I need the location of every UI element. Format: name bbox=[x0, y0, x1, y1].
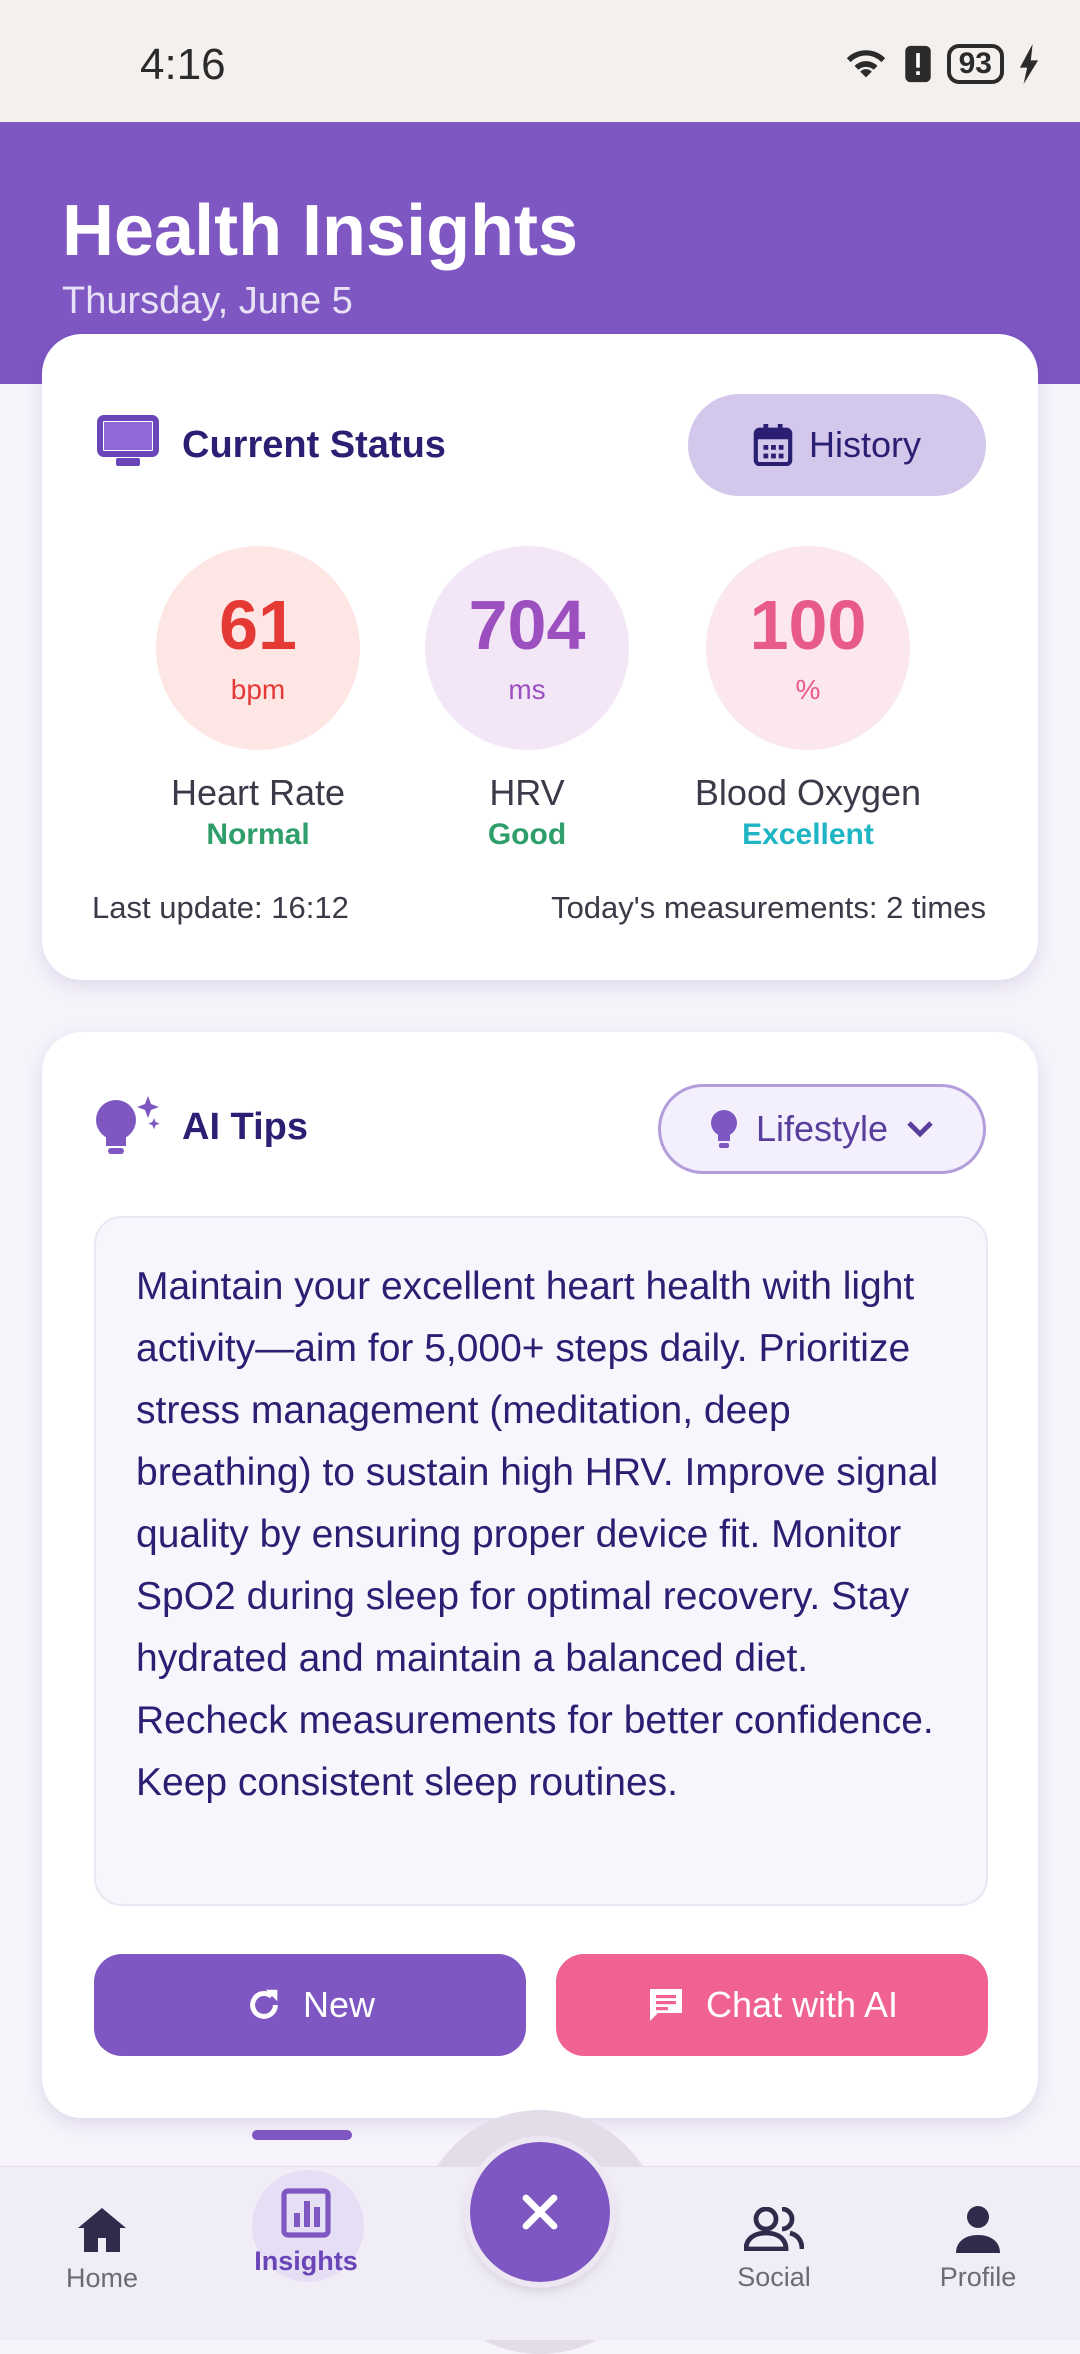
calendar-icon bbox=[753, 424, 793, 466]
ai-tips-card: AI Tips Lifestyle Maintain your excellen… bbox=[42, 1032, 1038, 2118]
heart-rate-status: Normal bbox=[206, 818, 310, 851]
tip-category-dropdown[interactable]: Lifestyle bbox=[658, 1084, 986, 1174]
current-status-title: Current Status bbox=[182, 424, 446, 466]
last-update-text: Last update: 16:12 bbox=[92, 890, 349, 925]
blood-oxygen-circle: 100 % bbox=[706, 546, 910, 750]
home-icon bbox=[78, 2208, 126, 2252]
blood-oxygen-metric[interactable]: 100 % Blood Oxygen Excellent bbox=[658, 546, 958, 852]
hrv-label: HRV bbox=[489, 772, 565, 813]
refresh-icon bbox=[250, 1989, 278, 2019]
blood-oxygen-unit: % bbox=[795, 674, 821, 705]
history-button[interactable]: History bbox=[688, 394, 986, 496]
nav-home-label: Home bbox=[65, 2263, 139, 2293]
monitor-icon bbox=[97, 415, 159, 466]
status-time: 4:16 bbox=[140, 40, 226, 89]
history-label: History bbox=[808, 424, 921, 465]
chat-icon bbox=[649, 1989, 682, 2021]
insights-chart-icon bbox=[281, 2188, 331, 2238]
nav-insights-label: Insights bbox=[254, 2246, 358, 2276]
hrv-metric[interactable]: 704 ms HRV Good bbox=[377, 546, 677, 852]
system-icons: 93 bbox=[843, 44, 1040, 84]
active-tab-indicator bbox=[252, 2130, 352, 2140]
alert-icon bbox=[904, 45, 931, 83]
blood-oxygen-status: Excellent bbox=[742, 818, 874, 851]
hrv-unit: ms bbox=[508, 674, 546, 705]
nav-profile[interactable]: Profile bbox=[898, 2196, 1058, 2293]
person-icon bbox=[956, 2206, 1000, 2253]
new-tip-label: New bbox=[302, 1984, 376, 2025]
close-fab-button[interactable] bbox=[470, 2142, 610, 2282]
page-date: Thursday, June 5 bbox=[62, 280, 353, 322]
nav-social-label: Social bbox=[737, 2262, 811, 2292]
heart-rate-value: 61 bbox=[219, 586, 297, 664]
nav-profile-label: Profile bbox=[939, 2262, 1017, 2292]
measurements-count-text: Today's measurements: 2 times bbox=[551, 890, 986, 925]
chat-with-ai-label: Chat with AI bbox=[705, 1984, 899, 2025]
blood-oxygen-label: Blood Oxygen bbox=[694, 772, 922, 813]
close-icon bbox=[522, 2194, 558, 2230]
chat-with-ai-button[interactable]: Chat with AI bbox=[556, 1954, 988, 2056]
ai-tips-title: AI Tips bbox=[182, 1106, 308, 1148]
battery-indicator: 93 bbox=[946, 44, 1004, 84]
hrv-circle: 704 ms bbox=[425, 546, 629, 750]
chevron-down-icon bbox=[907, 1121, 933, 1138]
heart-rate-metric[interactable]: 61 bpm Heart Rate Normal bbox=[108, 546, 408, 852]
current-status-card: Current Status History 61 bpm Heart Rate… bbox=[42, 334, 1038, 980]
hrv-value: 704 bbox=[468, 586, 586, 664]
ai-tip-text: Maintain your excellent heart health wit… bbox=[94, 1216, 988, 1906]
nav-insights[interactable]: Insights bbox=[226, 2180, 386, 2277]
lightbulb-icon bbox=[710, 1110, 737, 1148]
charging-icon bbox=[1019, 44, 1039, 84]
nav-home[interactable]: Home bbox=[22, 2197, 182, 2294]
heart-rate-circle: 61 bpm bbox=[156, 546, 360, 750]
lightbulb-sparkle-icon bbox=[96, 1096, 160, 1154]
heart-rate-unit: bpm bbox=[230, 674, 286, 705]
status-bar: 4:16 93 bbox=[0, 0, 1080, 122]
page-title: Health Insights bbox=[62, 191, 579, 271]
hrv-status: Good bbox=[487, 818, 567, 851]
wifi-icon bbox=[846, 50, 885, 78]
heart-rate-label: Heart Rate bbox=[170, 772, 346, 813]
new-tip-button[interactable]: New bbox=[94, 1954, 526, 2056]
people-icon bbox=[744, 2207, 804, 2251]
blood-oxygen-value: 100 bbox=[749, 586, 867, 664]
nav-social[interactable]: Social bbox=[694, 2196, 854, 2293]
tip-category-label: Lifestyle bbox=[755, 1108, 889, 1149]
